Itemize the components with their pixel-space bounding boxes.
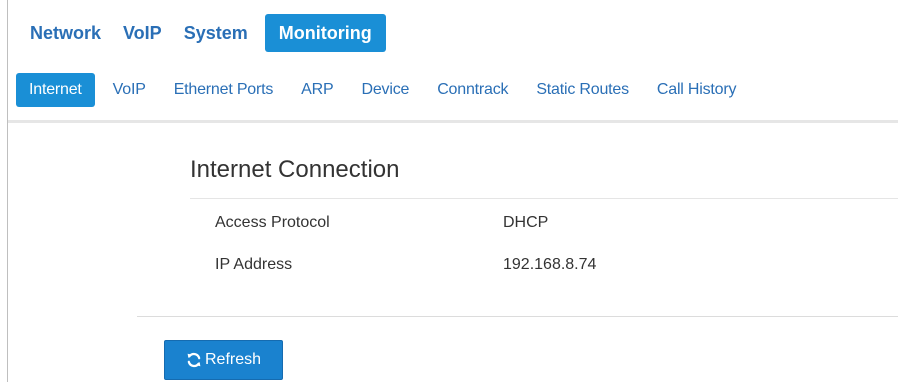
tab-ethernet-ports[interactable]: Ethernet Ports [174,73,274,107]
topnav-system[interactable]: System [173,14,259,52]
subnav-divider [8,120,898,123]
tab-static-routes[interactable]: Static Routes [536,73,629,107]
topnav-monitoring[interactable]: Monitoring [264,14,386,52]
tab-voip[interactable]: VoIP [113,73,146,107]
bottom-divider [137,316,898,317]
tab-arp[interactable]: ARP [301,73,334,107]
info-value: DHCP [503,214,549,231]
left-border [7,0,8,382]
refresh-label: Refresh [204,351,262,368]
tab-device[interactable]: Device [361,73,409,107]
info-label: Access Protocol [215,214,330,231]
title-divider [190,198,898,199]
info-label: IP Address [215,256,293,273]
refresh-button[interactable]: Refresh [164,340,283,380]
tab-conntrack[interactable]: Conntrack [437,73,508,107]
page: Network VoIP System Monitoring Internet … [0,0,898,382]
sub-nav: Internet VoIP Ethernet Ports ARP Device … [16,73,764,107]
top-nav: Network VoIP System Monitoring [20,14,386,52]
tab-call-history[interactable]: Call History [657,73,737,107]
section-title: Internet Connection [190,156,400,183]
topnav-network[interactable]: Network [20,14,112,52]
info-value: 192.168.8.74 [503,256,597,273]
refresh-icon [186,352,202,368]
topnav-voip[interactable]: VoIP [112,14,173,52]
tab-internet[interactable]: Internet [16,73,95,107]
